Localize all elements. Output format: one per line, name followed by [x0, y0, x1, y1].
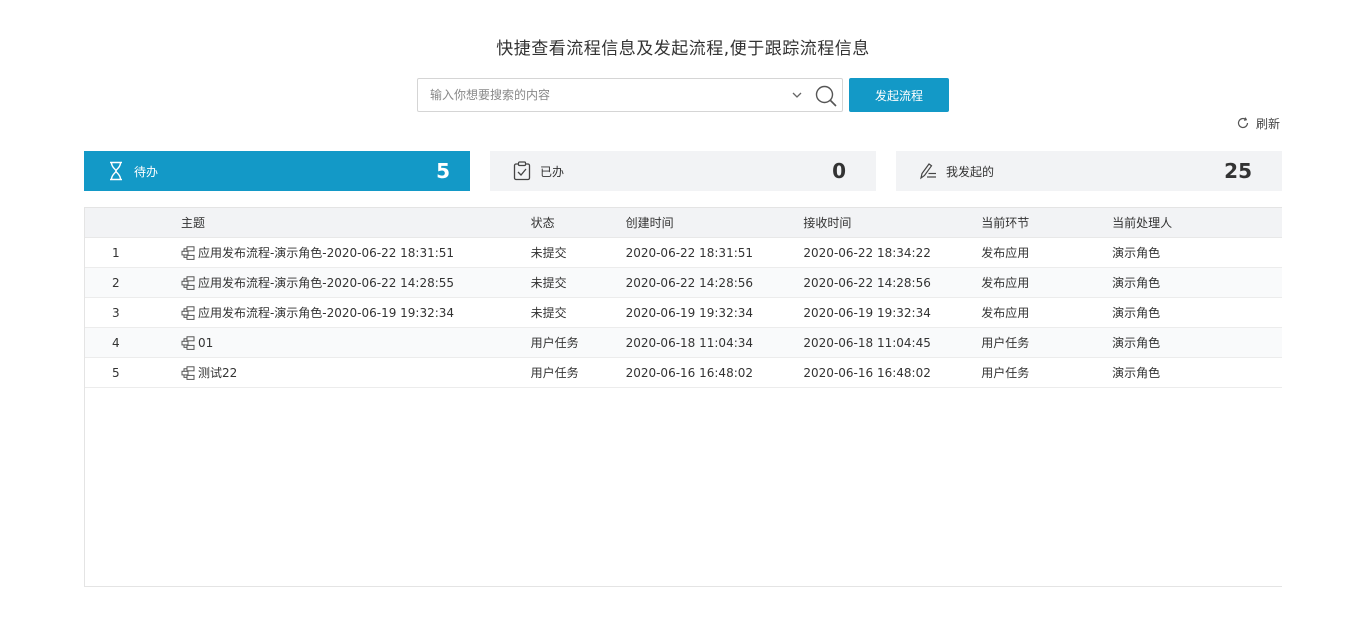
cell-handler: 演示角色: [1112, 336, 1161, 350]
cell-status: 用户任务: [530, 366, 579, 380]
table-header: 主题 状态 创建时间 接收时间 当前环节 当前处理人: [85, 208, 1282, 238]
cell-subject-text[interactable]: 测试22: [198, 364, 237, 381]
cell-status: 未提交: [530, 306, 567, 320]
flow-node-icon: [181, 245, 195, 260]
table-row[interactable]: 1 应用发布流程-演示角色-2020-06-22 18:31:51 未提交 2020-…: [85, 238, 1282, 268]
search-input[interactable]: [418, 79, 778, 111]
cell-handler: 演示角色: [1112, 366, 1161, 380]
card-mine[interactable]: 我发起的 25: [896, 151, 1282, 191]
cell-subject[interactable]: 应用发布流程-演示角色-2020-06-22 18:31:51: [181, 244, 531, 261]
cell-status: 用户任务: [530, 336, 579, 350]
col-header-created: 创建时间: [625, 216, 674, 230]
cell-created: 2020-06-22 14:28:56: [625, 275, 754, 290]
cell-subject[interactable]: 测试22: [181, 364, 531, 381]
cell-subject-text[interactable]: 应用发布流程-演示角色-2020-06-22 14:28:55: [198, 274, 454, 291]
card-done[interactable]: 已办 0: [490, 151, 876, 191]
cell-status: 未提交: [530, 246, 567, 260]
flow-node-icon: [181, 365, 195, 380]
table-row[interactable]: 3 应用发布流程-演示角色-2020-06-19 19:32:34 未提交 2020-…: [85, 298, 1282, 328]
process-table: 主题 状态 创建时间 接收时间 当前环节 当前处理人 1 应用发布流程-演示角色-…: [84, 207, 1282, 587]
card-mine-label: 我发起的: [946, 164, 995, 179]
cell-step: 发布应用: [981, 276, 1030, 290]
col-header-subject: 主题: [180, 216, 205, 230]
cell-received: 2020-06-18 11:04:45: [803, 335, 931, 350]
cell-handler: 演示角色: [1112, 246, 1161, 260]
col-header-step: 当前环节: [981, 216, 1030, 230]
cell-received: 2020-06-16 16:48:02: [803, 365, 931, 380]
refresh-icon: [1237, 117, 1249, 129]
hourglass-icon: [106, 160, 126, 182]
clipboard-check-icon: [512, 160, 532, 182]
cell-subject[interactable]: 01: [181, 336, 531, 350]
cell-subject-text[interactable]: 应用发布流程-演示角色-2020-06-19 19:32:34: [198, 304, 454, 321]
cell-created: 2020-06-22 18:31:51: [625, 245, 754, 260]
cell-received: 2020-06-19 19:32:34: [803, 305, 931, 320]
table-row[interactable]: 5 测试22 用户任务 2020-06-16 16:48:02 2020-06-16 1…: [85, 358, 1282, 388]
col-header-handler: 当前处理人: [1112, 216, 1173, 230]
cell-subject-text[interactable]: 应用发布流程-演示角色-2020-06-22 18:31:51: [198, 244, 454, 261]
search-box[interactable]: [417, 78, 843, 112]
card-todo-count: 5: [436, 159, 450, 183]
cell-subject[interactable]: 应用发布流程-演示角色-2020-06-19 19:32:34: [181, 304, 531, 321]
col-header-status: 状态: [530, 216, 555, 230]
cell-subject-text[interactable]: 01: [198, 336, 213, 350]
cell-received: 2020-06-22 14:28:56: [803, 275, 931, 290]
cell-index: 1: [112, 245, 120, 260]
cell-status: 未提交: [530, 276, 567, 290]
cell-created: 2020-06-18 11:04:34: [625, 335, 754, 350]
cell-step: 发布应用: [981, 306, 1030, 320]
refresh-label: 刷新: [1256, 116, 1281, 131]
cell-handler: 演示角色: [1112, 276, 1161, 290]
flow-node-icon: [181, 275, 195, 290]
pen-edit-icon: [918, 160, 938, 182]
cell-subject[interactable]: 应用发布流程-演示角色-2020-06-22 14:28:55: [181, 274, 531, 291]
col-header-received: 接收时间: [803, 216, 852, 230]
table-row[interactable]: 2 应用发布流程-演示角色-2020-06-22 14:28:55 未提交 2020-…: [85, 268, 1282, 298]
card-todo[interactable]: 待办 5: [84, 151, 470, 191]
start-process-button[interactable]: 发起流程: [849, 78, 949, 112]
card-todo-label: 待办: [134, 164, 159, 179]
flow-node-icon: [181, 305, 195, 320]
page-title: 快捷查看流程信息及发起流程,便于跟踪流程信息: [496, 39, 870, 59]
search-icon[interactable]: [814, 84, 838, 108]
table-row[interactable]: 4 01 用户任务 2020-06-18 11:04:34 2020-06-18 11:…: [85, 328, 1282, 358]
cell-index: 2: [112, 275, 120, 290]
cell-created: 2020-06-16 16:48:02: [625, 365, 754, 380]
chevron-down-icon[interactable]: [790, 88, 804, 102]
table-body: 1 应用发布流程-演示角色-2020-06-22 18:31:51 未提交 2020-…: [85, 238, 1282, 388]
cell-handler: 演示角色: [1112, 306, 1161, 320]
cell-step: 发布应用: [981, 246, 1030, 260]
cell-index: 3: [112, 305, 120, 320]
card-done-label: 已办: [540, 164, 565, 179]
cell-received: 2020-06-22 18:34:22: [803, 245, 931, 260]
card-done-count: 0: [832, 159, 846, 183]
flow-node-icon: [181, 335, 195, 350]
refresh-button[interactable]: 刷新: [1236, 114, 1280, 132]
cell-index: 5: [112, 365, 120, 380]
card-mine-count: 25: [1224, 159, 1252, 183]
cell-index: 4: [112, 335, 120, 350]
cell-step: 用户任务: [981, 336, 1030, 350]
cell-created: 2020-06-19 19:32:34: [625, 305, 754, 320]
cell-step: 用户任务: [981, 366, 1030, 380]
